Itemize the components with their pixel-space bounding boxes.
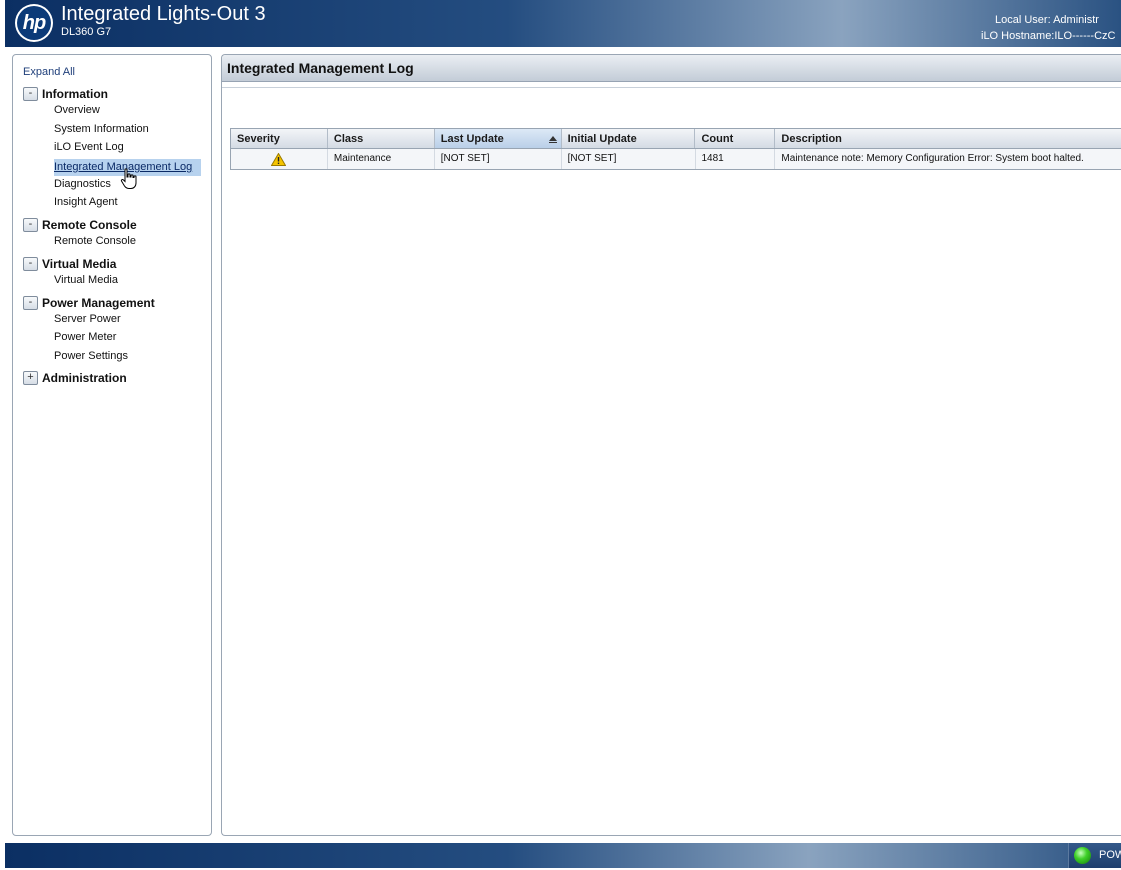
nav-item-server-power[interactable]: Server Power (54, 313, 121, 325)
ilo-web-app: hp Integrated Lights-Out 3 DL360 G7 Loca… (0, 0, 1121, 870)
nav-group-label[interactable]: Remote Console (42, 218, 137, 232)
nav-group-label[interactable]: Administration (42, 371, 127, 385)
column-header-class[interactable]: Class (328, 129, 435, 148)
server-model: DL360 G7 (61, 26, 112, 38)
power-led-icon (1074, 847, 1091, 864)
nav-group-power-management: - Power Management (23, 294, 155, 312)
expand-all-link[interactable]: Expand All (23, 66, 75, 78)
column-header-severity[interactable]: Severity (231, 129, 328, 148)
collapse-information-toggle[interactable]: - (23, 86, 38, 101)
page-title-bar: Integrated Management Log (222, 55, 1121, 82)
power-label: POW (1099, 849, 1121, 861)
severity-cell (231, 149, 328, 169)
main-content-panel: Integrated Management Log Severity Class… (221, 54, 1121, 836)
initial-update-cell: [NOT SET] (562, 149, 696, 169)
local-user-text: Local User: Administr (995, 14, 1099, 26)
hp-logo-text: hp (17, 6, 51, 40)
column-header-last-update[interactable]: Last Update (434, 129, 562, 148)
last-update-cell: [NOT SET] (435, 149, 562, 169)
hp-logo: hp (15, 4, 53, 42)
divider (222, 87, 1121, 88)
nav-item-power-meter[interactable]: Power Meter (54, 331, 116, 343)
table-row[interactable]: Maintenance [NOT SET] [NOT SET] 1481 Mai… (231, 149, 1121, 169)
collapse-virtual-media-toggle[interactable]: - (23, 256, 38, 271)
nav-item-virtual-media[interactable]: Virtual Media (54, 274, 118, 286)
sort-ascending-icon (548, 136, 557, 143)
status-footer: POW (5, 843, 1121, 868)
column-header-label: Last Update (440, 133, 504, 145)
nav-group-label[interactable]: Virtual Media (42, 257, 116, 271)
navigation-sidebar: Expand All - Information Overview System … (12, 54, 212, 836)
expand-administration-toggle[interactable]: + (23, 370, 38, 385)
nav-item-diagnostics[interactable]: Diagnostics (54, 178, 111, 190)
count-cell: 1481 (696, 149, 776, 169)
nav-group-label[interactable]: Information (42, 87, 108, 101)
collapse-remote-console-toggle[interactable]: - (23, 217, 38, 232)
warning-icon (271, 152, 287, 166)
nav-item-remote-console[interactable]: Remote Console (54, 235, 136, 247)
power-status-indicator[interactable]: POW (1068, 843, 1121, 868)
ilo-hostname-text: iLO Hostname:ILO------CzC (981, 30, 1116, 42)
column-header-count[interactable]: Count (695, 129, 776, 148)
column-header-description[interactable]: Description (775, 129, 1121, 148)
iml-table: Severity Class Last Update Initial Updat… (230, 128, 1121, 170)
hand-cursor-icon (120, 168, 137, 189)
nav-group-virtual-media: - Virtual Media (23, 255, 116, 273)
collapse-power-management-toggle[interactable]: - (23, 295, 38, 310)
nav-item-insight-agent[interactable]: Insight Agent (54, 196, 118, 208)
nav-item-system-information[interactable]: System Information (54, 123, 149, 135)
nav-group-label[interactable]: Power Management (42, 296, 155, 310)
nav-item-overview[interactable]: Overview (54, 104, 100, 116)
nav-group-information: - Information (23, 85, 108, 103)
nav-group-remote-console: - Remote Console (23, 216, 137, 234)
page-title: Integrated Management Log (227, 60, 414, 76)
user-info: Local User: Administr iLO Hostname:ILO--… (981, 12, 1121, 44)
column-header-initial-update[interactable]: Initial Update (562, 129, 696, 148)
description-cell: Maintenance note: Memory Configuration E… (781, 153, 1084, 164)
app-title: Integrated Lights-Out 3 (61, 3, 266, 25)
header-bar: hp Integrated Lights-Out 3 DL360 G7 Loca… (5, 0, 1121, 47)
class-cell: Maintenance (328, 149, 435, 169)
nav-item-power-settings[interactable]: Power Settings (54, 350, 128, 362)
table-header-row: Severity Class Last Update Initial Updat… (231, 129, 1121, 149)
nav-item-ilo-event-log[interactable]: iLO Event Log (54, 141, 124, 153)
nav-group-administration: + Administration (23, 369, 127, 387)
